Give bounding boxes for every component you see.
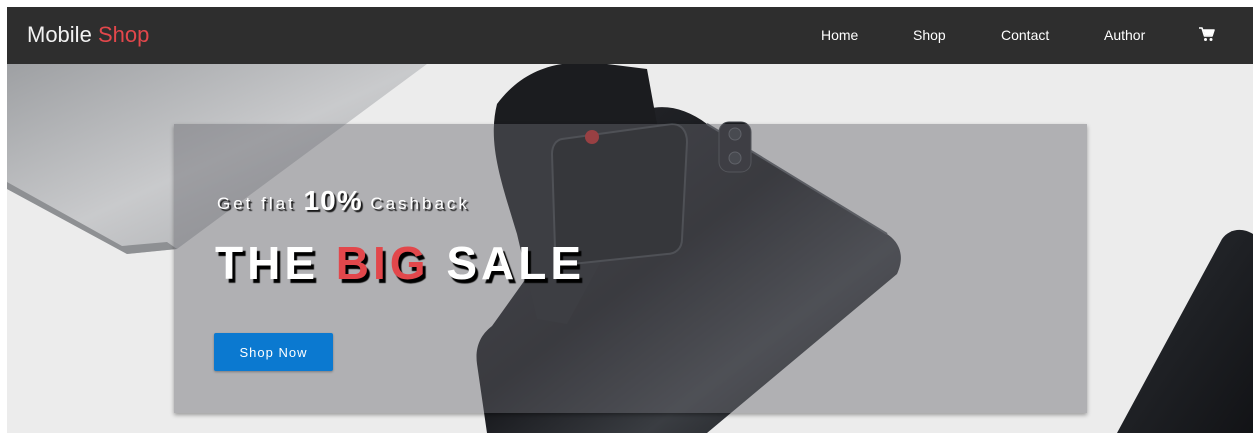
- brand-accent: Shop: [97, 22, 150, 47]
- tagline-highlight: 10%: [303, 185, 363, 216]
- promo-headline: THE BIG SALE: [215, 236, 585, 290]
- page: Mobile Shop Home Shop Contact Author Get…: [0, 0, 1253, 433]
- shop-now-button[interactable]: Shop Now: [214, 333, 333, 371]
- nav-link-home[interactable]: Home: [821, 26, 858, 44]
- headline-part2: SALE: [446, 237, 586, 289]
- nav-link-contact[interactable]: Contact: [1001, 26, 1049, 44]
- headline-part1: THE: [215, 237, 319, 289]
- brand-primary: Mobile: [27, 22, 92, 47]
- navbar: Mobile Shop Home Shop Contact Author: [7, 7, 1253, 64]
- tagline-prefix: Get flat: [217, 194, 296, 213]
- promo-overlay: Get flat 10% Cashback THE BIG SALE Shop …: [174, 124, 1087, 413]
- nav-link-shop[interactable]: Shop: [913, 26, 946, 44]
- hero-banner: Get flat 10% Cashback THE BIG SALE Shop …: [7, 64, 1253, 433]
- brand-logo[interactable]: Mobile Shop: [27, 21, 149, 49]
- tagline-suffix: Cashback: [370, 194, 470, 213]
- headline-highlight: BIG: [335, 237, 430, 289]
- nav-link-author[interactable]: Author: [1104, 26, 1145, 44]
- promo-tagline: Get flat 10% Cashback: [217, 184, 470, 216]
- shopping-cart-icon[interactable]: [1197, 24, 1217, 44]
